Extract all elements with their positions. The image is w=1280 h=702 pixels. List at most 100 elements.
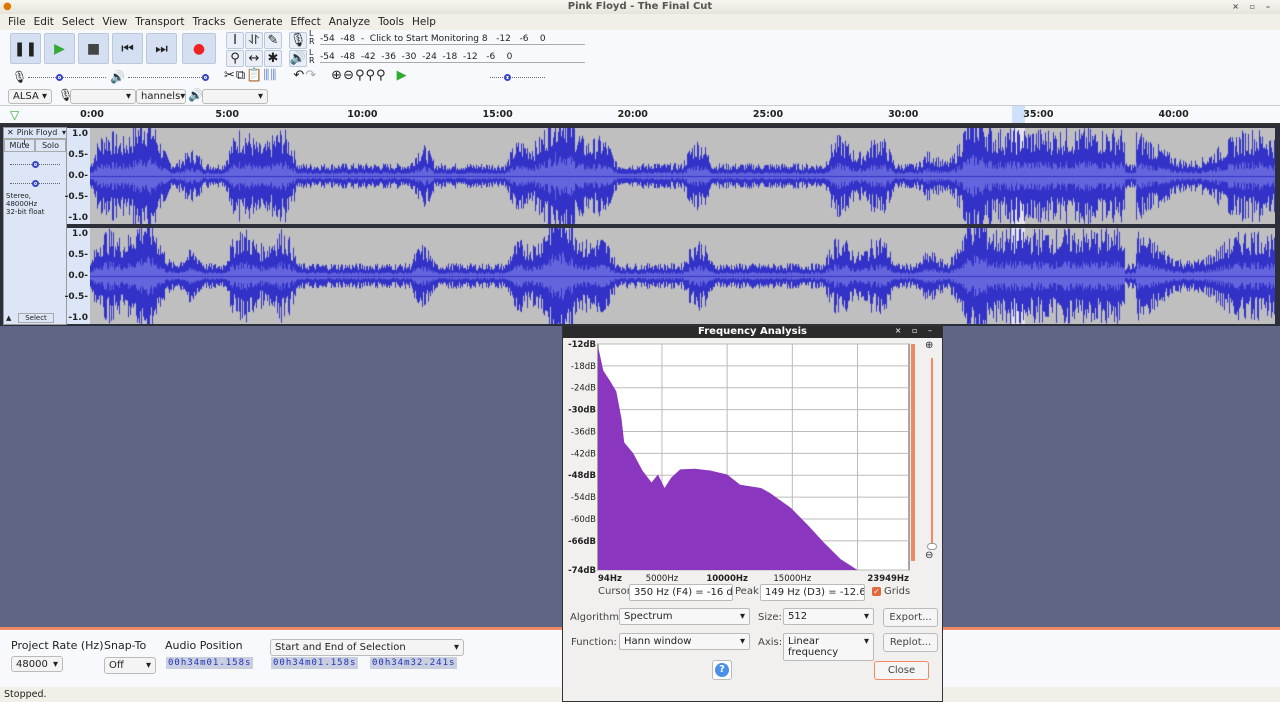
- dialog-window-controls[interactable]: × ▫ –: [895, 326, 936, 335]
- vertical-ruler[interactable]: 1.0 0.5- 0.0- -0.5- -1.0: [65, 228, 90, 324]
- replot-button[interactable]: Replot...: [883, 633, 938, 652]
- multi-tool-icon[interactable]: ✱: [264, 50, 282, 67]
- collapse-icon[interactable]: ▲: [6, 314, 11, 322]
- menu-file[interactable]: File: [4, 14, 30, 30]
- zoom-toggle-icon[interactable]: ⚲: [376, 68, 386, 83]
- x-tick-label: 5000Hz: [646, 574, 679, 583]
- menu-tracks[interactable]: Tracks: [189, 14, 230, 30]
- function-select[interactable]: Hann window ▾: [619, 633, 750, 650]
- grids-checkbox[interactable]: ✓: [872, 587, 881, 596]
- window-controls[interactable]: × ▫ –: [1232, 0, 1274, 14]
- menu-view[interactable]: View: [98, 14, 131, 30]
- playback-volume-slider[interactable]: [128, 74, 209, 81]
- amplitude-tick: 1.0: [72, 229, 88, 239]
- menu-generate[interactable]: Generate: [229, 14, 286, 30]
- track-format: Stereo, 48000Hz: [6, 192, 38, 208]
- plot-scrollbar[interactable]: [911, 344, 915, 561]
- menu-transport[interactable]: Transport: [131, 14, 188, 30]
- record-meter[interactable]: -54 -48 - Click to Start Monitoring 8 -1…: [320, 34, 585, 45]
- select-track-button[interactable]: Select: [18, 313, 54, 323]
- peak-field[interactable]: 149 Hz (D3) = -12.6 dB: [760, 584, 865, 601]
- paste-icon[interactable]: 📋: [246, 68, 262, 83]
- export-button[interactable]: Export...: [883, 608, 938, 627]
- lr-label: L R: [309, 29, 315, 46]
- gain-slider[interactable]: [10, 161, 60, 168]
- title-bar: ● Pink Floyd - The Final Cut × ▫ –: [0, 0, 1280, 14]
- pause-button[interactable]: ❚❚: [10, 33, 41, 64]
- zoom-in-icon[interactable]: ⊕: [331, 68, 342, 83]
- y-tick-label: -18dB: [571, 362, 596, 372]
- vertical-ruler[interactable]: 1.0 0.5- 0.0- -0.5- -1.0: [65, 128, 90, 224]
- size-select[interactable]: 512 ▾: [783, 608, 874, 625]
- solo-button[interactable]: Solo: [35, 139, 66, 152]
- zoom-in-icon[interactable]: ⊕: [925, 340, 933, 351]
- close-track-icon[interactable]: ✕: [4, 128, 17, 138]
- waveform-right-channel[interactable]: [90, 228, 1275, 324]
- pinned-play-head-icon[interactable]: ▽: [10, 108, 19, 122]
- selection-mode-select[interactable]: Start and End of Selection ▾: [270, 639, 464, 656]
- selection-start-field[interactable]: 00h34m01.158s: [271, 657, 359, 669]
- envelope-tool-icon[interactable]: ⥯: [245, 32, 263, 49]
- undo-icon[interactable]: ↶: [293, 68, 304, 83]
- play-speed-slider[interactable]: [490, 74, 545, 81]
- axis-label: Axis:: [758, 637, 783, 648]
- menu-tools[interactable]: Tools: [374, 14, 408, 30]
- audio-host-select[interactable]: ALSA ▾: [8, 89, 52, 104]
- close-button[interactable]: Close: [874, 661, 929, 680]
- algorithm-select[interactable]: Spectrum ▾: [619, 608, 750, 625]
- menu-help[interactable]: Help: [408, 14, 440, 30]
- playback-device-select[interactable]: ▾: [202, 89, 268, 104]
- timeshift-tool-icon[interactable]: ↔: [245, 50, 263, 67]
- skip-end-button[interactable]: ⏭: [146, 33, 177, 64]
- waveform-left-channel[interactable]: [90, 128, 1275, 224]
- track-control-panel: ✕ Pink Floyd - T ▾ Mute Solo Stereo, 48000H…: [3, 127, 67, 325]
- cut-icon[interactable]: ✂: [224, 68, 235, 83]
- play-at-speed-icon[interactable]: ▶: [397, 68, 407, 83]
- timeline-ruler[interactable]: ▽ 0:00 5:00 10:00 15:00 20:00 25:00 30:00 35:00…: [0, 106, 1280, 125]
- ruler-tick: 15:00: [482, 109, 513, 120]
- help-button[interactable]: ?: [712, 660, 732, 680]
- menu-edit[interactable]: Edit: [30, 14, 58, 30]
- selection-tool-icon[interactable]: I: [226, 32, 244, 49]
- menu-effect[interactable]: Effect: [287, 14, 325, 30]
- zoom-out-icon[interactable]: ⊖: [925, 550, 933, 561]
- pan-slider[interactable]: [10, 180, 60, 187]
- cursor-field[interactable]: 350 Hz (F4) = -16 dB: [629, 584, 733, 601]
- playback-meter[interactable]: -54 -48 -42 -36 -30 -24 -18 -12 -6 0: [320, 52, 585, 63]
- track-name-menu[interactable]: Pink Floyd - T: [17, 128, 62, 147]
- draw-tool-icon[interactable]: ✎: [264, 32, 282, 49]
- axis-select[interactable]: Linear frequency ▾: [783, 633, 874, 661]
- project-rate-select[interactable]: 48000 ▾: [11, 656, 63, 672]
- zoom-tool-icon[interactable]: ⚲: [226, 50, 244, 67]
- recording-channels-select[interactable]: hannels ▾: [136, 89, 186, 104]
- spectrum-plot[interactable]: -12dB -18dB -24dB -30dB -36dB -42dB -48dB -54dB…: [563, 338, 913, 583]
- play-button[interactable]: ▶: [44, 33, 75, 64]
- selection-end-field[interactable]: 00h34m32.241s: [370, 657, 458, 669]
- mute-button[interactable]: Mute: [4, 139, 35, 152]
- zoom-out-icon[interactable]: ⊖: [343, 68, 354, 83]
- copy-icon[interactable]: ⧉: [236, 68, 245, 83]
- lr-label: L R: [309, 48, 315, 65]
- speaker-volume-icon: 🔊: [110, 70, 125, 84]
- redo-icon[interactable]: ↷: [305, 68, 316, 83]
- frequency-analysis-dialog: Frequency Analysis × ▫ – -12dB -18dB -24dB…: [562, 325, 943, 702]
- menu-analyze[interactable]: Analyze: [325, 14, 374, 30]
- fit-selection-icon[interactable]: ⚲: [355, 68, 365, 83]
- grids-label: Grids: [884, 586, 911, 597]
- record-button[interactable]: ●: [182, 33, 216, 64]
- stop-button[interactable]: ■: [78, 33, 109, 64]
- audio-position-field[interactable]: 00h34m01.158s: [166, 657, 254, 669]
- silence-icon[interactable]: ⫼: [270, 68, 276, 83]
- menu-select[interactable]: Select: [58, 14, 98, 30]
- fit-project-icon[interactable]: ⚲: [366, 68, 376, 83]
- record-volume-slider[interactable]: [28, 74, 106, 81]
- speaker-icon[interactable]: 🔊: [289, 50, 307, 67]
- skip-start-button[interactable]: ⏮: [112, 33, 143, 64]
- microphone-icon[interactable]: 🎙: [289, 32, 307, 49]
- ruler-tick: 0:00: [80, 109, 104, 120]
- recording-device-select[interactable]: ▾: [70, 89, 136, 104]
- peak-label: Peak:: [735, 586, 763, 597]
- trim-icon[interactable]: ⫼: [263, 68, 269, 83]
- zoom-slider[interactable]: [927, 358, 937, 550]
- snap-to-select[interactable]: Off ▾: [104, 657, 156, 674]
